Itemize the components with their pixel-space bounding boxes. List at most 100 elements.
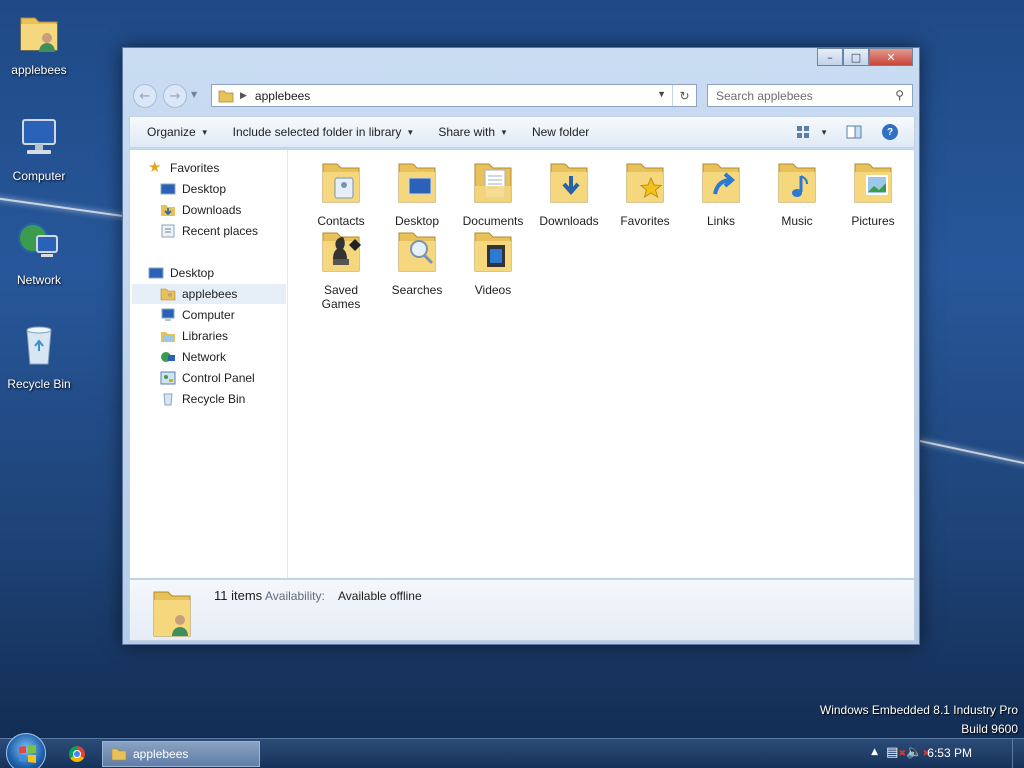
file-label: Videos (474, 283, 512, 297)
folder-item-videos[interactable]: Videos (456, 225, 530, 297)
start-button[interactable] (6, 733, 46, 768)
user-folder-icon (153, 591, 191, 637)
searches-folder-icon (398, 232, 436, 272)
forward-arrow-icon: → (169, 88, 181, 104)
nav-label: Recycle Bin (182, 392, 246, 406)
show-hidden-icons-button[interactable]: ▲ (871, 747, 878, 757)
forward-button[interactable]: → (163, 84, 187, 108)
recent-places-icon (161, 224, 175, 238)
desktop-icon-label: applebees (11, 63, 67, 77)
folder-item-contacts[interactable]: Contacts (304, 156, 378, 228)
minimize-button[interactable]: – (817, 48, 843, 66)
show-desktop-button[interactable] (1012, 739, 1024, 768)
nav-network[interactable]: Network (160, 347, 226, 367)
taskbar-button-label: applebees (133, 747, 189, 761)
nav-favorites[interactable]: ★ Favorites (148, 158, 219, 178)
nav-label: Computer (182, 308, 235, 322)
explorer-content: ★ Favorites Desktop Downloads Recent pla… (129, 149, 915, 579)
desktop-icon-label: Computer (12, 169, 66, 183)
folder-item-pictures[interactable]: Pictures (836, 156, 910, 228)
nav-fav-desktop[interactable]: Desktop (160, 179, 226, 199)
folder-item-downloads[interactable]: Downloads (532, 156, 606, 228)
nav-computer[interactable]: Computer (160, 305, 235, 325)
back-button[interactable]: ← (133, 84, 157, 108)
organize-menu[interactable]: Organize ▼ (138, 125, 218, 139)
new-folder-label: New folder (531, 125, 590, 139)
refresh-icon: ↻ (679, 88, 690, 103)
search-icon: ⚲ (895, 88, 904, 102)
videos-folder-icon (474, 232, 512, 272)
recycle-bin-icon (163, 393, 173, 406)
nav-label: Recent places (182, 224, 259, 238)
new-folder-button[interactable]: New folder (523, 125, 598, 139)
file-label: Searches (391, 283, 443, 297)
refresh-button[interactable]: ↻ (672, 85, 696, 106)
preview-pane-button[interactable] (846, 125, 862, 142)
minimize-icon: – (827, 50, 833, 64)
nav-fav-downloads[interactable]: Downloads (160, 200, 241, 220)
command-bar: Organize ▼ Include selected folder in lib… (129, 116, 915, 148)
include-label: Include selected folder in library (232, 125, 402, 139)
window-controls: – □ ✕ (817, 48, 913, 66)
nav-applebees[interactable]: applebees (132, 284, 286, 304)
nav-label: Desktop (182, 182, 227, 196)
folder-item-saved-games[interactable]: Saved Games (304, 225, 378, 311)
file-label: Favorites (620, 214, 670, 228)
network-status-icon[interactable]: ▤✖ (886, 745, 906, 760)
saved-games-folder-icon (322, 232, 361, 272)
folder-item-favorites[interactable]: Favorites (608, 156, 682, 228)
folder-item-desktop[interactable]: Desktop (380, 156, 454, 228)
availability-value: Available offline (338, 589, 422, 603)
preview-pane-icon (846, 125, 862, 139)
maximize-button[interactable]: □ (843, 48, 869, 66)
desktop-icon-user-folder[interactable]: applebees (1, 8, 77, 77)
close-icon: ✕ (886, 50, 896, 64)
music-folder-icon (778, 163, 816, 203)
address-bar[interactable]: ▶ applebees ▼ ↻ (211, 84, 697, 107)
user-folder-icon (20, 17, 58, 52)
share-with-menu[interactable]: Share with ▼ (429, 125, 517, 139)
nav-label: Downloads (182, 203, 242, 217)
address-dropdown-icon[interactable]: ▼ (657, 89, 666, 99)
file-list: Contacts Desktop Documents Downloads Fav… (290, 150, 914, 578)
favorites-folder-icon (626, 163, 664, 203)
breadcrumb-applebees[interactable]: applebees (255, 89, 310, 103)
nav-fav-recent-places[interactable]: Recent places (160, 221, 258, 241)
nav-label: Favorites (170, 161, 220, 175)
file-label: Music (781, 214, 813, 228)
desktop-icon-network[interactable]: Network (1, 218, 77, 287)
change-view-button[interactable]: ▼ (796, 125, 828, 139)
computer-icon (22, 119, 56, 154)
network-icon (161, 352, 175, 362)
search-input[interactable]: Search applebees ⚲ (707, 84, 913, 107)
taskbar-button-applebees[interactable]: applebees (102, 741, 260, 767)
star-icon: ★ (148, 159, 162, 176)
network-icon (18, 223, 58, 257)
desktop-icon-recycle-bin[interactable]: Recycle Bin (1, 322, 77, 391)
recent-pages-chevron-icon[interactable]: ▼ (191, 90, 197, 99)
share-label: Share with (438, 125, 496, 139)
include-in-library-menu[interactable]: Include selected folder in library ▼ (224, 125, 424, 139)
recycle-bin-icon (26, 326, 52, 365)
view-grid-icon (797, 126, 810, 138)
chrome-taskbar-button[interactable] (69, 746, 85, 762)
system-clock[interactable]: 6:53 PM (927, 746, 972, 760)
nav-desktop[interactable]: Desktop (148, 263, 214, 283)
desktop-icon (148, 267, 164, 279)
chevron-down-icon: ▼ (500, 127, 508, 137)
folder-item-documents[interactable]: Documents (456, 156, 530, 228)
folder-item-links[interactable]: Links (684, 156, 758, 228)
chevron-down-icon: ▼ (820, 127, 828, 137)
folder-item-music[interactable]: Music (760, 156, 834, 228)
help-button[interactable]: ? (882, 124, 898, 140)
desktop-icon-computer[interactable]: Computer (1, 114, 77, 183)
folder-icon (218, 90, 234, 102)
close-button[interactable]: ✕ (869, 48, 913, 66)
nav-recycle-bin[interactable]: Recycle Bin (160, 389, 245, 409)
folder-item-searches[interactable]: Searches (380, 225, 454, 297)
nav-libraries[interactable]: Libraries (160, 326, 228, 346)
nav-control-panel[interactable]: Control Panel (160, 368, 255, 388)
computer-icon (161, 308, 175, 321)
nav-label: Control Panel (182, 371, 255, 385)
downloads-folder-icon (550, 163, 588, 203)
